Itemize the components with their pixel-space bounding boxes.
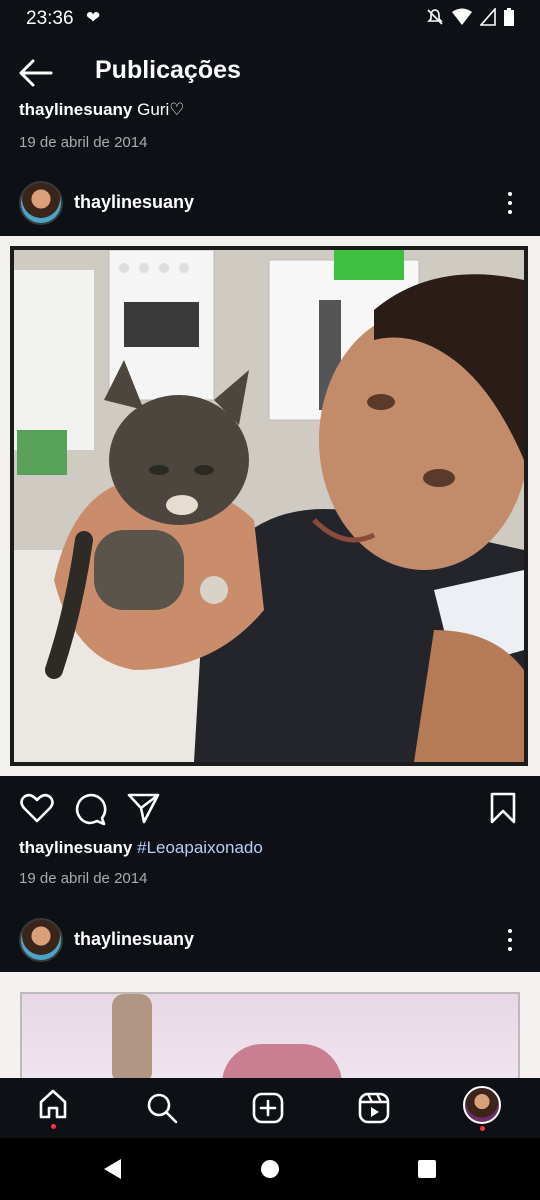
comment-icon[interactable] [73,792,107,826]
post-date: 19 de abril de 2014 [19,870,148,887]
status-bar: 23:36 ❤ [0,0,540,36]
next-post-image[interactable] [0,972,540,1082]
create-icon[interactable] [252,1092,284,1124]
home-icon [39,1089,67,1119]
nav-profile[interactable] [463,1086,503,1131]
bottom-nav [0,1078,540,1138]
like-icon[interactable] [20,792,54,824]
share-icon[interactable] [127,792,161,824]
next-post-username[interactable]: thaylinesuany [74,929,194,950]
post-actions [0,780,540,836]
status-icons [426,8,514,26]
next-post-avatar[interactable] [19,918,63,962]
heart-pulse-icon: ❤ [86,8,101,27]
reels-icon[interactable] [358,1092,390,1124]
save-icon[interactable] [490,792,516,824]
back-triangle-icon[interactable] [103,1158,123,1180]
nav-home[interactable] [37,1088,73,1129]
search-icon[interactable] [146,1092,178,1124]
post-image[interactable] [0,236,540,776]
next-post-more-options-icon[interactable] [500,926,520,954]
avatar[interactable] [19,181,63,225]
system-nav-bar [0,1138,540,1200]
post-username[interactable]: thaylinesuany [74,192,194,213]
previous-caption-text: Guri♡ [137,100,185,119]
recents-square-icon[interactable] [417,1159,437,1179]
photo-illustration [14,250,524,762]
previous-post-date: 19 de abril de 2014 [19,134,148,151]
page-title: Publicações [95,56,241,84]
caption-username[interactable]: thaylinesuany [19,838,132,857]
previous-post-caption: thaylinesuany Guri♡ [19,100,184,124]
back-arrow-icon[interactable] [18,58,54,88]
profile-avatar [463,1086,502,1124]
wifi-icon [452,8,472,25]
signal-icon [480,8,496,26]
app-header: Publicações [0,36,540,108]
next-post-header: thaylinesuany [0,912,540,966]
next-post-photo-content [20,992,520,1082]
home-notification-dot [50,1124,56,1129]
battery-icon [504,8,514,26]
caption-hashtag[interactable]: #Leoapaixonado [137,838,263,857]
status-time: 23:36 [26,8,74,29]
post-photo-content [10,246,528,766]
home-circle-icon[interactable] [260,1159,280,1179]
profile-notification-dot [480,1126,486,1131]
mute-icon [427,9,443,25]
post-caption: thaylinesuany #Leoapaixonado [19,838,263,858]
post-header: thaylinesuany [0,175,540,229]
more-options-icon[interactable] [500,189,520,217]
previous-caption-username[interactable]: thaylinesuany [19,100,132,119]
